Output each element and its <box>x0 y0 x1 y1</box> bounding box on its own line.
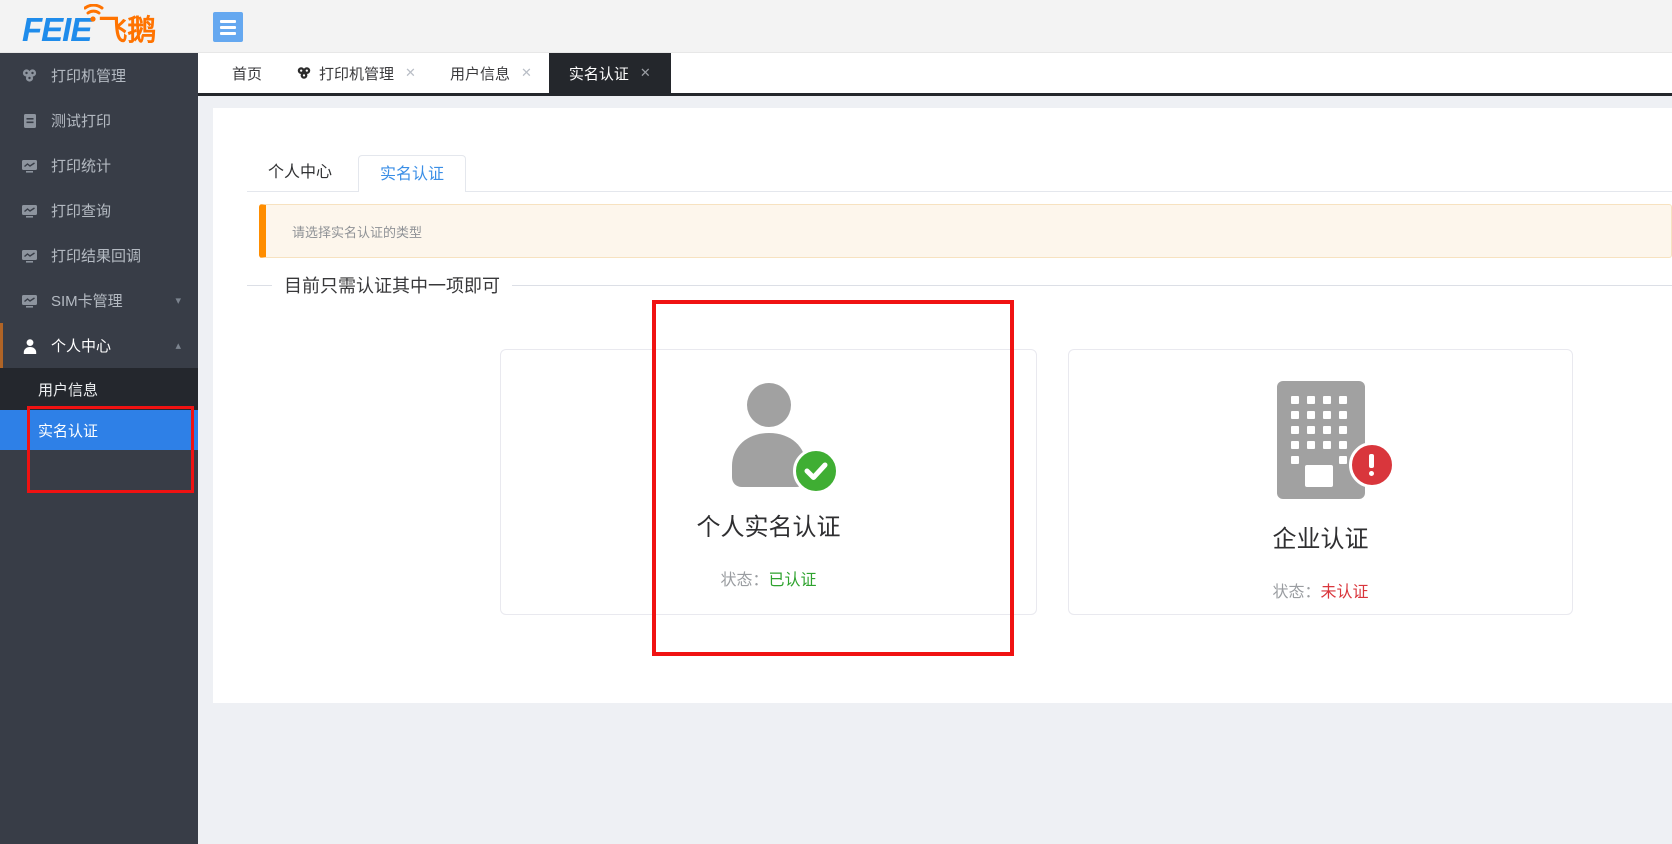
menu-icon <box>213 12 243 42</box>
personal-center-submenu: 用户信息 实名认证 <box>0 368 198 492</box>
sidebar-item-print-result-callback[interactable]: 打印结果回调 <box>0 233 198 278</box>
monitor-chart-icon <box>21 292 38 309</box>
tab-label: 打印机管理 <box>319 63 394 84</box>
divider-text: 目前只需认证其中一项即可 <box>284 272 500 298</box>
status-label: 状态： <box>720 572 768 589</box>
tab-realname-verification[interactable]: 实名认证 <box>358 155 466 192</box>
content-tabs: 个人中心 实名认证 <box>247 155 1672 192</box>
tab-label: 用户信息 <box>450 63 510 84</box>
tab-label: 首页 <box>232 63 262 84</box>
sidebar-item-test-print[interactable]: 测试打印 <box>0 98 198 143</box>
tab-user-info[interactable]: 用户信息 ✕ <box>433 53 549 93</box>
submenu-spacer <box>0 450 198 492</box>
status-label: 状态： <box>1272 584 1320 601</box>
divider-line-left <box>247 285 272 286</box>
sidebar-item-label: 打印结果回调 <box>51 245 141 266</box>
monitor-chart-icon <box>21 247 38 264</box>
app-root: FEIE 飞鹅 打印机管理 测试打印 <box>0 0 1672 844</box>
status-value: 已认证 <box>769 572 817 589</box>
sidebar-item-label: SIM卡管理 <box>51 290 123 311</box>
sidebar-item-label: 打印统计 <box>51 155 111 176</box>
content-panel: 个人中心 实名认证 请选择实名认证的类型 目前只需认证其中一项即可 <box>213 108 1672 703</box>
enterprise-auth-card[interactable]: 企业认证 状态：未认证 <box>1068 349 1573 615</box>
sidebar-item-label: 个人中心 <box>51 335 111 356</box>
printer-icon <box>296 65 312 81</box>
section-divider: 目前只需认证其中一项即可 <box>247 272 1672 298</box>
sidebar-subitem-label: 用户信息 <box>38 379 98 400</box>
tab-label: 实名认证 <box>569 63 629 84</box>
tab-printer-management[interactable]: 打印机管理 ✕ <box>279 53 433 93</box>
card-status: 状态：未认证 <box>1272 578 1368 602</box>
wifi-signal-icon <box>84 4 110 24</box>
unverified-exclamation-badge-icon <box>1349 442 1395 488</box>
card-status: 状态：已认证 <box>720 566 816 590</box>
chevron-down-icon: ▾ <box>175 294 181 307</box>
status-value: 未认证 <box>1321 584 1369 601</box>
auth-cards-row: 个人实名认证 状态：已认证 <box>500 349 1672 615</box>
sidebar-item-label: 测试打印 <box>51 110 111 131</box>
sidebar-item-printer-management[interactable]: 打印机管理 <box>0 53 198 98</box>
card-title: 企业认证 <box>1273 519 1369 554</box>
sidebar: 打印机管理 测试打印 打印统计 打印查询 打印结果回调 <box>0 53 198 844</box>
card-title: 个人实名认证 <box>697 507 841 542</box>
sidebar-toggle-button[interactable] <box>213 12 243 42</box>
document-icon <box>21 112 38 129</box>
sidebar-subitem-user-info[interactable]: 用户信息 <box>0 368 198 410</box>
verified-check-badge-icon <box>793 448 839 494</box>
sidebar-subitem-realname-auth[interactable]: 实名认证 <box>0 410 198 450</box>
monitor-chart-icon <box>21 202 38 219</box>
header: FEIE 飞鹅 <box>0 0 1672 53</box>
close-icon[interactable]: ✕ <box>640 65 651 81</box>
main-area: 个人中心 实名认证 请选择实名认证的类型 目前只需认证其中一项即可 <box>198 96 1672 844</box>
sidebar-item-label: 打印查询 <box>51 200 111 221</box>
building-icon <box>1277 381 1365 504</box>
sidebar-item-print-statistics[interactable]: 打印统计 <box>0 143 198 188</box>
tab-realname-auth[interactable]: 实名认证 ✕ <box>549 53 671 93</box>
window-tab-bar: 首页 打印机管理 ✕ 用户信息 ✕ 实名认证 ✕ <box>198 53 1672 96</box>
tab-personal-center[interactable]: 个人中心 <box>247 154 353 191</box>
user-icon <box>21 337 38 354</box>
sidebar-item-personal-center[interactable]: 个人中心 ▴ <box>0 323 198 368</box>
feie-logo: FEIE 飞鹅 <box>22 7 156 49</box>
printer-icon <box>21 67 38 84</box>
tab-home[interactable]: 首页 <box>215 53 279 93</box>
alert-text: 请选择实名认证的类型 <box>266 222 422 241</box>
logo-text-en: FEIE <box>22 11 91 49</box>
personal-auth-card[interactable]: 个人实名认证 状态：已认证 <box>500 349 1037 615</box>
sidebar-subitem-label: 实名认证 <box>38 420 98 441</box>
divider-line-right <box>512 285 1672 286</box>
alert-warning: 请选择实名认证的类型 <box>259 204 1672 258</box>
person-icon <box>717 381 821 492</box>
monitor-chart-icon <box>21 157 38 174</box>
close-icon[interactable]: ✕ <box>521 65 532 81</box>
close-icon[interactable]: ✕ <box>405 65 416 81</box>
sidebar-item-print-query[interactable]: 打印查询 <box>0 188 198 233</box>
chevron-up-icon: ▴ <box>175 339 181 352</box>
sidebar-item-sim-card-management[interactable]: SIM卡管理 ▾ <box>0 278 198 323</box>
sidebar-item-label: 打印机管理 <box>51 65 126 86</box>
